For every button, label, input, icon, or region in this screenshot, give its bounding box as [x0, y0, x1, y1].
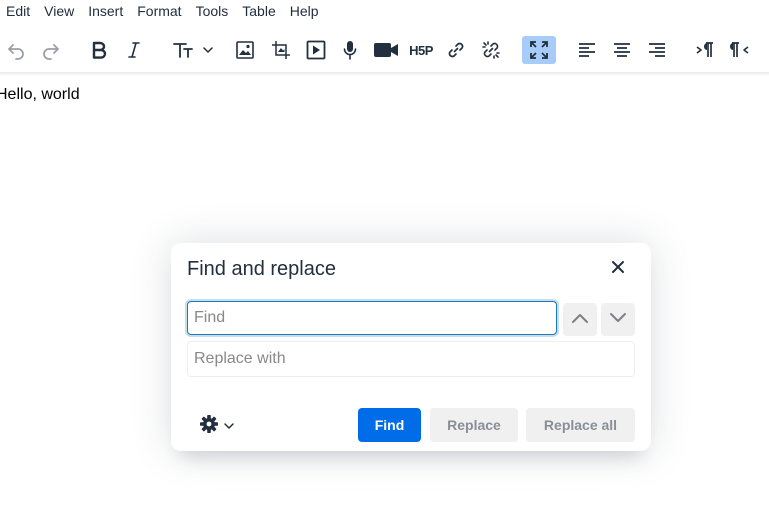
menubar: Edit View Insert Format Tools Table Help [0, 0, 769, 22]
link-icon [446, 40, 466, 60]
undo-button[interactable] [2, 36, 30, 64]
chevron-up-icon [571, 311, 589, 329]
text-size-button[interactable] [168, 36, 218, 64]
align-center-icon [613, 42, 631, 58]
rtl-button[interactable] [726, 36, 754, 64]
italic-button[interactable] [120, 36, 148, 64]
text-size-icon [171, 40, 215, 60]
h5p-button[interactable]: H5P [406, 36, 436, 64]
crop-button[interactable] [267, 36, 295, 64]
replace-input[interactable] [187, 341, 635, 377]
replace-button[interactable]: Replace [430, 408, 518, 442]
menu-help[interactable]: Help [284, 0, 327, 22]
menu-edit[interactable]: Edit [0, 0, 38, 22]
microphone-icon [340, 40, 360, 60]
h5p-icon: H5P [409, 42, 433, 58]
gear-icon [199, 414, 219, 439]
fullscreen-icon [529, 40, 549, 60]
dialog-title: Find and replace [187, 258, 336, 280]
align-right-icon [648, 42, 666, 58]
menu-view[interactable]: View [38, 0, 82, 22]
close-button[interactable] [605, 256, 631, 282]
find-replace-dialog: Find and replace Find Replace with Find … [171, 243, 651, 451]
undo-icon [6, 40, 26, 60]
chevron-down-icon [609, 311, 627, 329]
editor-content[interactable]: Hello, world [0, 86, 80, 104]
menu-insert[interactable]: Insert [82, 0, 131, 22]
ltr-button[interactable] [691, 36, 719, 64]
align-left-icon [578, 42, 596, 58]
media-button[interactable] [302, 36, 330, 64]
menu-table[interactable]: Table [236, 0, 283, 22]
video-icon [373, 41, 399, 59]
media-icon [306, 40, 326, 60]
redo-button[interactable] [37, 36, 65, 64]
find-previous-button[interactable] [563, 303, 597, 336]
redo-icon [41, 40, 61, 60]
options-menu-button[interactable] [199, 414, 243, 439]
find-next-button[interactable] [601, 303, 635, 336]
close-icon [611, 260, 625, 279]
audio-button[interactable] [336, 36, 364, 64]
unlink-icon [481, 40, 501, 60]
align-center-button[interactable] [608, 36, 636, 64]
ltr-icon [695, 41, 715, 59]
menu-tools[interactable]: Tools [190, 0, 237, 22]
toolbar-divider [0, 72, 769, 76]
unlink-button[interactable] [477, 36, 505, 64]
image-button[interactable] [231, 36, 259, 64]
video-button[interactable] [371, 36, 401, 64]
link-button[interactable] [442, 36, 470, 64]
bold-button[interactable] [85, 36, 113, 64]
menu-format[interactable]: Format [131, 0, 189, 22]
find-button[interactable]: Find [358, 408, 421, 442]
replace-all-button[interactable]: Replace all [526, 408, 635, 442]
toolbar: H5P [0, 28, 769, 72]
align-left-button[interactable] [573, 36, 601, 64]
align-right-button[interactable] [643, 36, 671, 64]
rtl-icon [730, 41, 750, 59]
fullscreen-button[interactable] [522, 36, 556, 64]
italic-icon [126, 41, 142, 59]
find-input[interactable] [187, 301, 557, 335]
image-icon [235, 40, 255, 60]
bold-icon [91, 41, 107, 59]
chevron-down-icon [223, 417, 235, 435]
crop-icon [271, 40, 291, 60]
